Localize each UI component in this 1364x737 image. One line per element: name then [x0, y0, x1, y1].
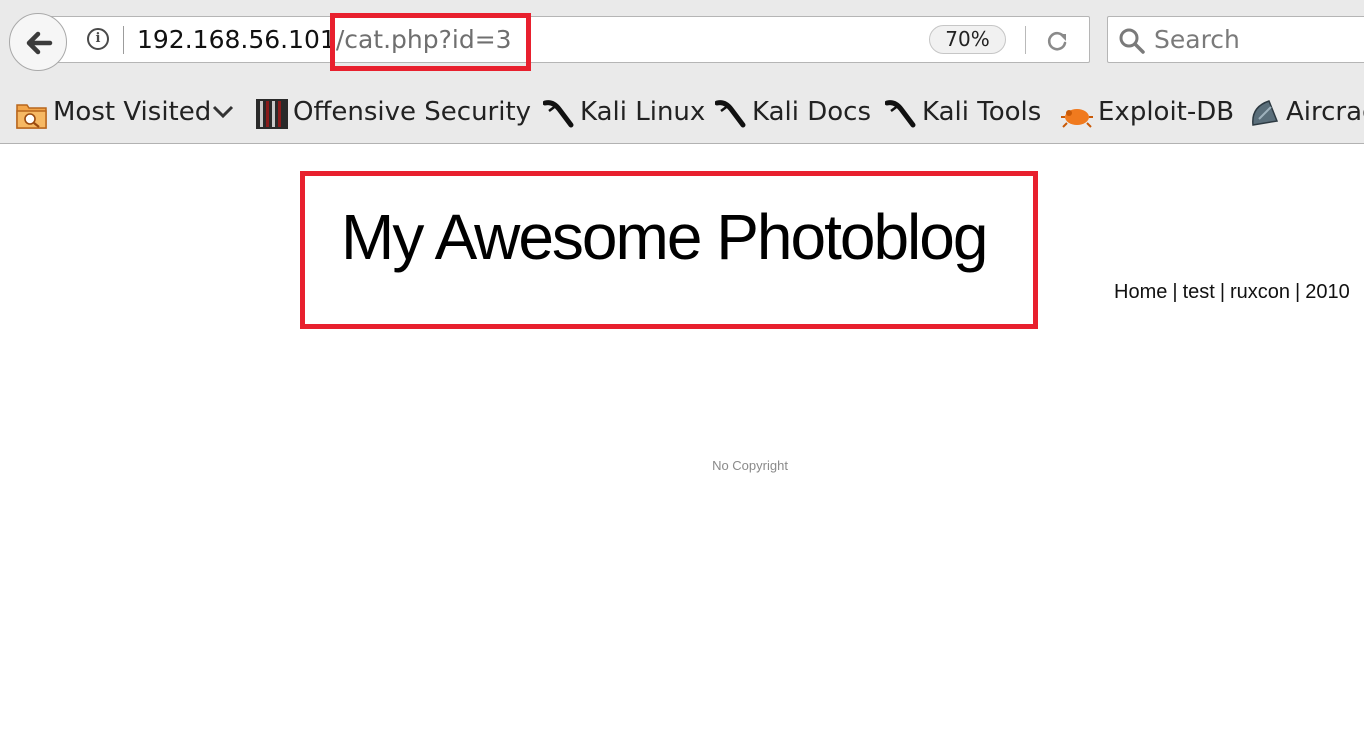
nav-link-home[interactable]: Home: [1114, 281, 1167, 303]
zoom-reset-button[interactable]: 70%: [929, 25, 1006, 54]
offensive-security-icon: [256, 99, 288, 129]
url-divider: [123, 26, 124, 54]
back-arrow-icon: [26, 31, 53, 55]
site-info-icon[interactable]: i: [87, 28, 109, 50]
browser-window: i 192.168.56.101/cat.php?id=3 70% Search…: [0, 0, 1364, 737]
kali-dragon-icon: [715, 100, 746, 128]
bookmark-label: Exploit-DB: [1098, 97, 1235, 127]
nav-separator: |: [1295, 281, 1301, 303]
kali-dragon-icon: [885, 100, 916, 128]
navigation-toolbar: i 192.168.56.101/cat.php?id=3 70%: [0, 0, 1364, 82]
most-visited-folder-icon: [16, 104, 47, 129]
url-path: /cat.php?id=3: [335, 25, 512, 54]
page-content: My Awesome Photoblog Home | test | ruxcon | 20…: [0, 145, 1364, 737]
chevron-down-icon: [212, 105, 234, 119]
bookmark-label: Aircrack-ng: [1286, 97, 1364, 127]
site-title: My Awesome Photoblog: [341, 201, 988, 273]
bookmark-label: Offensive Security: [293, 97, 532, 127]
nav-separator: |: [1219, 281, 1226, 303]
url-text[interactable]: 192.168.56.101/cat.php?id=3: [137, 23, 512, 57]
bookmark-label: Most Visited: [53, 97, 212, 127]
footer-copyright: No Copyright: [712, 458, 788, 473]
nav-link-test[interactable]: test: [1183, 281, 1215, 303]
nav-separator: |: [1172, 281, 1178, 303]
nav-link-2010[interactable]: 2010: [1305, 281, 1350, 303]
reload-button[interactable]: [1043, 27, 1071, 55]
kali-dragon-icon: [543, 100, 574, 128]
reload-icon: [1047, 31, 1067, 51]
search-input[interactable]: [1154, 21, 1364, 57]
bookmark-label: Kali Linux: [580, 97, 706, 127]
exploit-db-bug-icon: [1061, 109, 1093, 128]
site-nav: Home | test | ruxcon | 2010: [1114, 279, 1350, 305]
search-icon: [1119, 28, 1145, 54]
aircrack-satellite-icon: [1252, 100, 1279, 126]
url-host: 192.168.56.101: [137, 25, 336, 54]
url-divider: [1025, 26, 1026, 54]
nav-link-ruxcon[interactable]: ruxcon: [1230, 281, 1290, 303]
bookmarks-toolbar: Most Visited Offensive Security Kali Lin…: [0, 82, 1364, 144]
back-button[interactable]: [9, 13, 67, 71]
bookmark-label: Kali Tools: [922, 97, 1042, 127]
url-bar[interactable]: i 192.168.56.101/cat.php?id=3 70%: [48, 16, 1090, 63]
bookmark-label: Kali Docs: [752, 97, 872, 127]
search-bar[interactable]: [1107, 16, 1364, 63]
